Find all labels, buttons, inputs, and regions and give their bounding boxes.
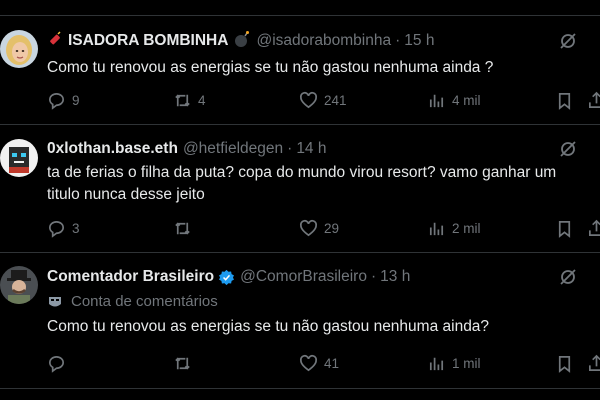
bookmark-button[interactable] — [555, 219, 574, 238]
user-handle[interactable]: @isadorabombinha — [256, 32, 391, 50]
like-count: 41 — [324, 356, 340, 371]
separator-dot: · — [395, 32, 401, 49]
repost-icon — [175, 357, 190, 370]
like-button[interactable]: 41 — [299, 354, 339, 373]
like-count: 241 — [324, 93, 347, 108]
reply-button[interactable]: 9 — [47, 91, 80, 110]
grok-icon[interactable] — [558, 31, 578, 51]
repost-icon — [175, 222, 190, 235]
bookmark-icon — [558, 92, 571, 110]
avatar-comentador[interactable] — [0, 266, 38, 304]
reply-button[interactable] — [47, 354, 72, 373]
reply-count: 3 — [72, 221, 80, 236]
views-icon — [429, 222, 444, 236]
repost-button[interactable] — [173, 219, 198, 238]
user-handle[interactable]: @ComorBrasileiro — [240, 268, 367, 286]
bookmark-icon — [558, 355, 571, 373]
bookmark-button[interactable] — [555, 91, 574, 110]
views-count: 1 mil — [452, 356, 481, 371]
share-icon — [588, 354, 600, 372]
reply-button[interactable]: 3 — [47, 219, 80, 238]
display-name[interactable]: Comentador Brasileiro — [47, 268, 214, 286]
views-icon — [429, 357, 444, 371]
avatar-0xlothan[interactable] — [0, 139, 38, 177]
like-icon — [299, 354, 318, 372]
display-name[interactable]: ISADORA BOMBINHA — [68, 32, 228, 50]
views-button[interactable]: 4 mil — [427, 91, 481, 110]
repost-icon — [175, 94, 190, 107]
tweet-text: Como tu renovou as energias se tu não ga… — [47, 59, 494, 76]
reply-count: 9 — [72, 93, 80, 108]
like-button[interactable]: 241 — [299, 91, 347, 110]
views-button[interactable]: 2 mil — [427, 219, 481, 238]
share-icon — [588, 91, 600, 109]
tweet-text: ta de ferias o filha da puta? copa do mu… — [47, 164, 557, 203]
tweet-header: 0xlothan.base.eth @hetfieldegen · 14 h — [47, 138, 326, 160]
timestamp[interactable]: 13 h — [380, 268, 410, 286]
firecracker-icon — [47, 30, 63, 52]
reply-icon — [48, 221, 64, 238]
user-handle[interactable]: @hetfieldegen — [183, 140, 283, 158]
reply-icon — [48, 93, 64, 110]
grok-icon[interactable] — [558, 139, 578, 159]
like-count: 29 — [324, 221, 340, 236]
grok-icon[interactable] — [558, 267, 578, 287]
views-count: 2 mil — [452, 221, 481, 236]
tweet-actions: 9 4 241 4 mil — [47, 91, 600, 111]
tweet-3[interactable]: Comentador Brasileiro @ComorBrasileiro ·… — [0, 253, 600, 389]
community-name: Conta de comentários — [71, 293, 218, 310]
reply-icon — [48, 356, 64, 373]
verified-badge-icon — [219, 269, 235, 285]
like-icon — [299, 219, 318, 237]
like-button[interactable]: 29 — [299, 219, 339, 238]
avatar-isadora[interactable] — [0, 30, 38, 68]
share-icon — [588, 219, 600, 237]
tweet-header: ISADORA BOMBINHA @isadorabombinha · 15 h — [47, 30, 434, 52]
tweet-actions: 41 1 mil — [47, 354, 600, 374]
bomb-icon — [233, 30, 251, 53]
repost-button[interactable] — [173, 354, 198, 373]
community-icon — [49, 296, 61, 306]
share-button[interactable] — [587, 354, 600, 373]
tweet-text: Como tu renovou as energias se tu não ga… — [47, 318, 490, 335]
share-button[interactable] — [587, 91, 600, 110]
bookmark-button[interactable] — [555, 354, 574, 373]
tweet-2[interactable]: 0xlothan.base.eth @hetfieldegen · 14 h t… — [0, 125, 600, 253]
tweet-actions: 3 29 2 mil — [47, 219, 600, 239]
separator-dot: · — [287, 140, 293, 157]
share-button[interactable] — [587, 219, 600, 238]
timestamp[interactable]: 14 h — [296, 140, 326, 158]
views-icon — [429, 94, 444, 108]
tweet-1[interactable]: ISADORA BOMBINHA @isadorabombinha · 15 h… — [0, 16, 600, 125]
views-button[interactable]: 1 mil — [427, 354, 481, 373]
display-name[interactable]: 0xlothan.base.eth — [47, 140, 178, 158]
views-count: 4 mil — [452, 93, 481, 108]
separator-dot: · — [370, 268, 377, 285]
community-label[interactable]: Conta de comentários — [47, 293, 218, 310]
timestamp[interactable]: 15 h — [404, 32, 434, 50]
tweet-header: Comentador Brasileiro @ComorBrasileiro ·… — [47, 266, 410, 288]
bookmark-icon — [558, 220, 571, 238]
repost-count: 4 — [198, 93, 206, 108]
like-icon — [299, 91, 318, 109]
repost-button[interactable]: 4 — [173, 91, 206, 110]
